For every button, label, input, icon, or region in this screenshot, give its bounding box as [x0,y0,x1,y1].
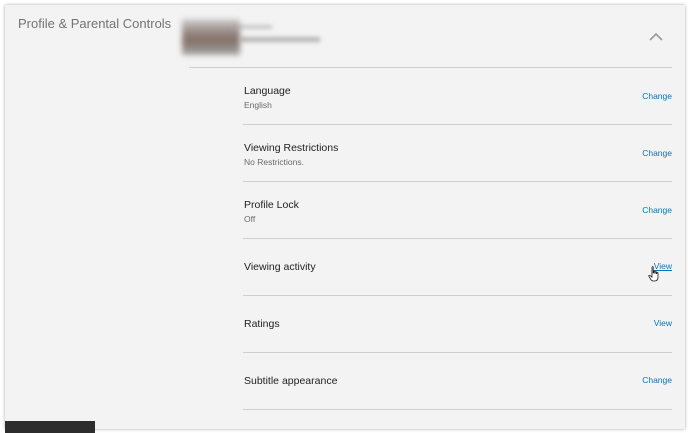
chevron-up-icon [649,32,663,41]
profile-parental-controls-panel: Profile & Parental Controls Language Eng… [5,5,685,429]
subtitle-appearance-row: Subtitle appearance Change [243,353,672,410]
viewing-restrictions-change-link[interactable]: Change [642,148,672,158]
ratings-view-link[interactable]: View [654,318,672,328]
ratings-label: Ratings [244,318,280,330]
settings-list: Language English Change Viewing Restrict… [243,68,672,410]
subtitle-appearance-change-link[interactable]: Change [642,375,672,385]
subtitle-appearance-label: Subtitle appearance [244,375,338,387]
language-row: Language English Change [243,68,672,125]
profile-avatar [182,15,327,55]
collapse-button[interactable] [646,28,666,44]
profile-lock-label: Profile Lock [244,199,299,211]
profile-lock-change-link[interactable]: Change [642,205,672,215]
ratings-row: Ratings View [243,296,672,353]
language-label: Language [244,85,291,97]
viewing-restrictions-row: Viewing Restrictions No Restrictions. Ch… [243,125,672,182]
viewing-activity-label: Viewing activity [244,261,316,273]
viewing-restrictions-value: No Restrictions. [244,157,304,167]
profile-lock-row: Profile Lock Off Change [243,182,672,239]
hand-cursor-icon [648,266,659,282]
profile-lock-value: Off [244,214,256,224]
section-title: Profile & Parental Controls [18,16,172,31]
viewing-activity-row: Viewing activity View [243,239,672,296]
language-value: English [244,100,272,110]
overlay-caption-bar [5,421,95,433]
language-change-link[interactable]: Change [642,91,672,101]
viewing-restrictions-label: Viewing Restrictions [244,142,339,154]
